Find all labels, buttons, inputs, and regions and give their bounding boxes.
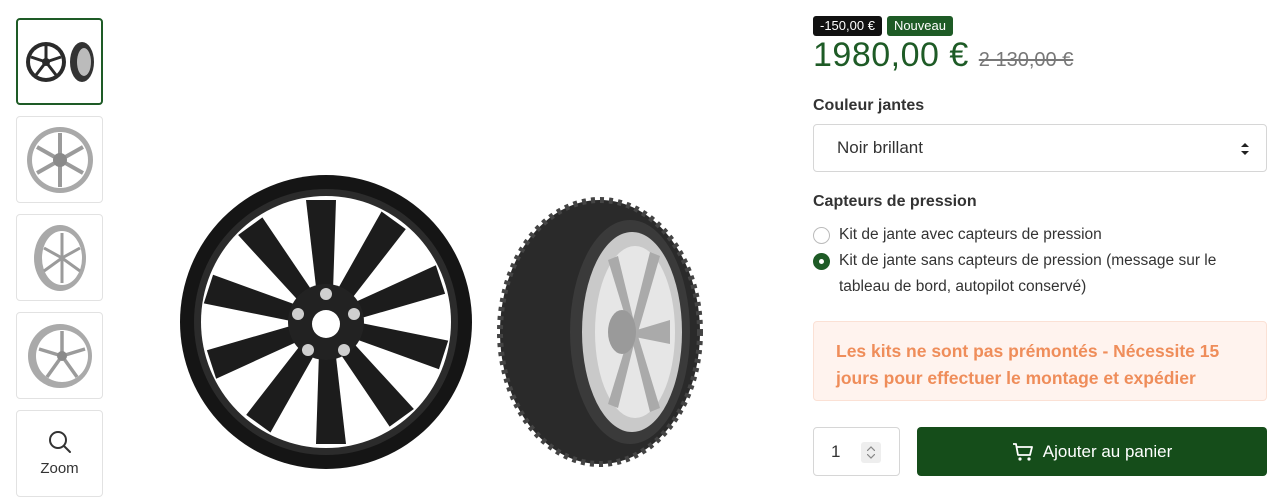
new-badge: Nouveau	[886, 16, 953, 36]
thumbnail-silver-side[interactable]	[16, 312, 103, 399]
thumbnail-gallery: Zoom	[16, 18, 103, 502]
assembly-notice: Les kits ne sont pas prémontés - Nécessi…	[813, 321, 1267, 401]
sort-caret-icon	[1241, 143, 1249, 155]
chevron-down-icon[interactable]	[867, 454, 875, 459]
cart-icon	[1012, 442, 1033, 461]
zoom-button[interactable]: Zoom	[16, 410, 103, 497]
radio-without-sensors[interactable]	[813, 253, 830, 270]
discount-badge: -150,00 €	[813, 16, 882, 36]
sensor-option-without-label: Kit de jante sans capteurs de pression (…	[839, 252, 1217, 295]
silver-wheel-angle-thumb-image	[33, 224, 86, 291]
wheel-and-tire-thumb-image	[25, 41, 94, 82]
chevron-up-icon[interactable]	[867, 446, 875, 451]
price-row: 1980,00 € 2 130,00 €	[813, 36, 1073, 75]
add-to-cart-label: Ajouter au panier	[1042, 441, 1173, 461]
radio-with-sensors[interactable]	[813, 227, 830, 244]
silver-wheel-front-thumb-image	[26, 126, 93, 193]
sensor-option-with-label: Kit de jante avec capteurs de pression	[839, 226, 1102, 243]
sensor-option-without[interactable]: Kit de jante sans capteurs de pression (…	[813, 252, 1239, 300]
silver-wheel-side-thumb-image	[27, 323, 92, 388]
sensors-label: Capteurs de pression	[813, 193, 977, 210]
thumbnail-wheel-and-tire[interactable]	[16, 18, 103, 105]
sensor-option-with[interactable]: Kit de jante avec capteurs de pression	[813, 226, 1239, 248]
current-price: 1980,00 €	[813, 36, 969, 74]
quantity-spinner[interactable]	[861, 442, 881, 463]
zoom-label: Zoom	[40, 460, 79, 477]
search-icon	[48, 431, 71, 453]
thumbnail-silver-front[interactable]	[16, 116, 103, 203]
old-price: 2 130,00 €	[978, 49, 1074, 71]
quantity-stepper[interactable]: 1	[813, 427, 900, 476]
badges: -150,00 € Nouveau	[813, 16, 953, 36]
thumbnail-silver-angle[interactable]	[16, 214, 103, 301]
color-label: Couleur jantes	[813, 97, 925, 114]
wheel-and-tire-image	[180, 175, 703, 469]
color-select[interactable]: Noir brillant	[813, 124, 1267, 172]
color-select-value: Noir brillant	[837, 138, 923, 157]
quantity-value: 1	[831, 441, 841, 461]
add-to-cart-button[interactable]: Ajouter au panier	[917, 427, 1267, 476]
main-product-image[interactable]	[130, 60, 730, 500]
